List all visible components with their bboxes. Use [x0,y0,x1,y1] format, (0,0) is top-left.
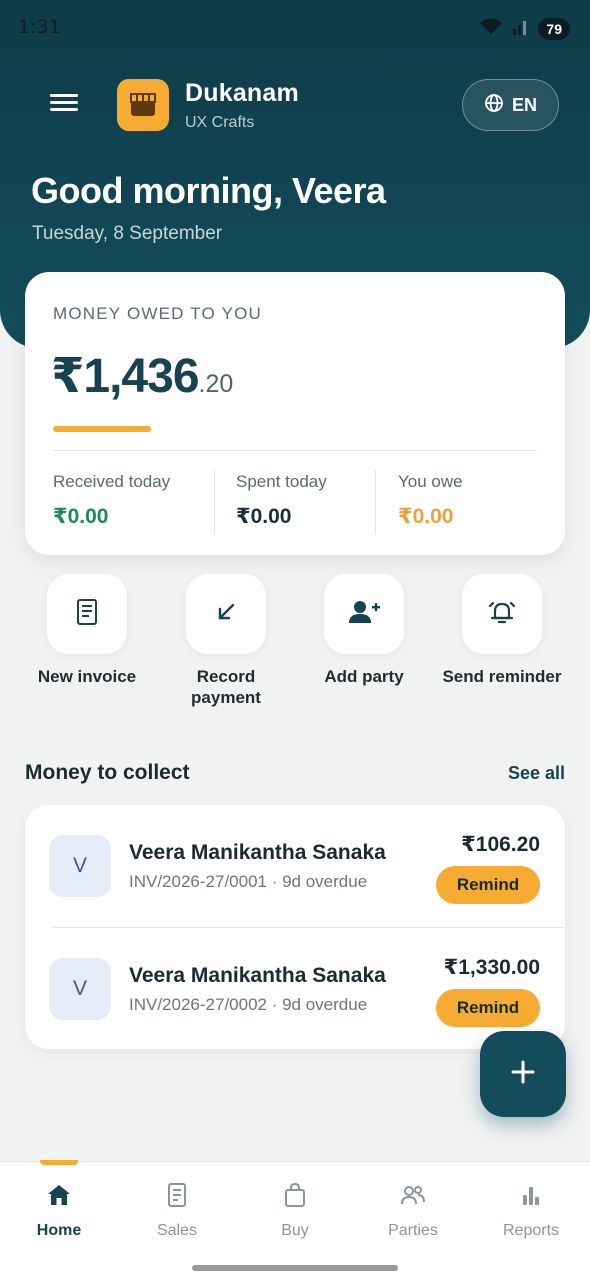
brand: Dukanam UX Crafts [185,79,299,132]
party-name: Veera Manikantha Sanaka [129,964,386,987]
send-reminder-label: Send reminder [442,667,562,686]
accent-bar [53,426,151,432]
nav-label: Home [36,1222,82,1239]
invoice-meta: INV/2026-27/0002 · 9d overdue [129,995,368,1014]
list-item[interactable]: V Veera Manikantha Sanaka INV/2026-27/00… [25,928,565,1050]
app-subtitle: UX Crafts [185,114,255,131]
active-tab-indicator [40,1160,78,1165]
signal-icon [512,17,530,41]
party-name: Veera Manikantha Sanaka [129,841,386,864]
remind-button[interactable]: Remind [436,866,540,904]
collect-list: V Veera Manikantha Sanaka INV/2026-27/00… [25,805,565,1049]
nav-reports[interactable]: Reports [472,1182,590,1240]
remind-button[interactable]: Remind [436,989,540,1027]
bell-icon [487,598,517,631]
current-date: Tuesday, 8 September [32,223,223,244]
record-payment-button[interactable]: Record payment [156,574,296,708]
divider [53,450,537,451]
section-title: Money to collect [25,761,190,784]
invoice-meta: INV/2026-27/0001 · 9d overdue [129,872,368,891]
nav-label: Sales [156,1222,198,1239]
menu-button[interactable] [50,90,86,120]
nav-label: Buy [281,1222,309,1239]
stat-received-today: Received today ₹0.00 [53,472,171,528]
nav-buy[interactable]: Buy [236,1182,354,1240]
send-reminder-button[interactable]: Send reminder [432,574,572,687]
nav-label: Reports [502,1222,560,1239]
store-logo [117,79,169,131]
greeting: Good morning, Veera [31,170,386,211]
invoice-icon [74,598,100,631]
add-fab-button[interactable] [480,1031,566,1117]
money-owed-card: MONEY OWED TO YOU ₹1,436.20 Received tod… [25,272,565,555]
bar-chart-icon [519,1183,543,1212]
arrow-down-left-icon [214,600,238,629]
add-party-label: Add party [324,667,404,686]
avatar: V [49,835,111,897]
divider [375,470,376,534]
stat-you-owe: You owe ₹0.00 [398,472,463,528]
home-icon [46,1183,72,1212]
shopping-bag-icon [283,1182,307,1213]
receipt-icon [165,1182,189,1213]
due-amount: ₹106.20 [461,833,540,856]
see-all-link[interactable]: See all [508,763,565,784]
list-item[interactable]: V Veera Manikantha Sanaka INV/2026-27/00… [25,805,565,927]
money-owed-label: MONEY OWED TO YOU [53,304,263,323]
hamburger-icon [50,94,78,97]
status-time: 1:31 [18,16,61,38]
new-invoice-button[interactable]: New invoice [17,574,157,687]
plus-icon [510,1059,536,1090]
status-bar: 1:31 79 [18,14,570,42]
battery-indicator: 79 [538,18,570,40]
language-label: EN [511,94,537,115]
add-party-button[interactable]: Add party [294,574,434,687]
divider [214,470,215,534]
people-icon [399,1183,427,1212]
stat-spent-today: Spent today ₹0.00 [236,472,327,528]
add-user-icon [347,599,381,630]
new-invoice-label: New invoice [37,667,137,686]
globe-icon [484,93,504,118]
money-owed-amount: ₹1,436.20 [51,350,234,403]
home-indicator [192,1265,398,1271]
nav-label: Parties [388,1222,438,1239]
app-name: Dukanam [185,79,299,107]
wifi-icon [478,16,504,42]
due-amount: ₹1,330.00 [443,956,540,979]
record-payment-label: Record payment [191,667,261,707]
nav-parties[interactable]: Parties [354,1182,472,1240]
avatar: V [49,958,111,1020]
bottom-nav: Home Sales Buy Parties Reports [0,1160,590,1280]
nav-home[interactable]: Home [0,1182,118,1240]
language-button[interactable]: EN [462,79,559,131]
nav-sales[interactable]: Sales [118,1182,236,1240]
